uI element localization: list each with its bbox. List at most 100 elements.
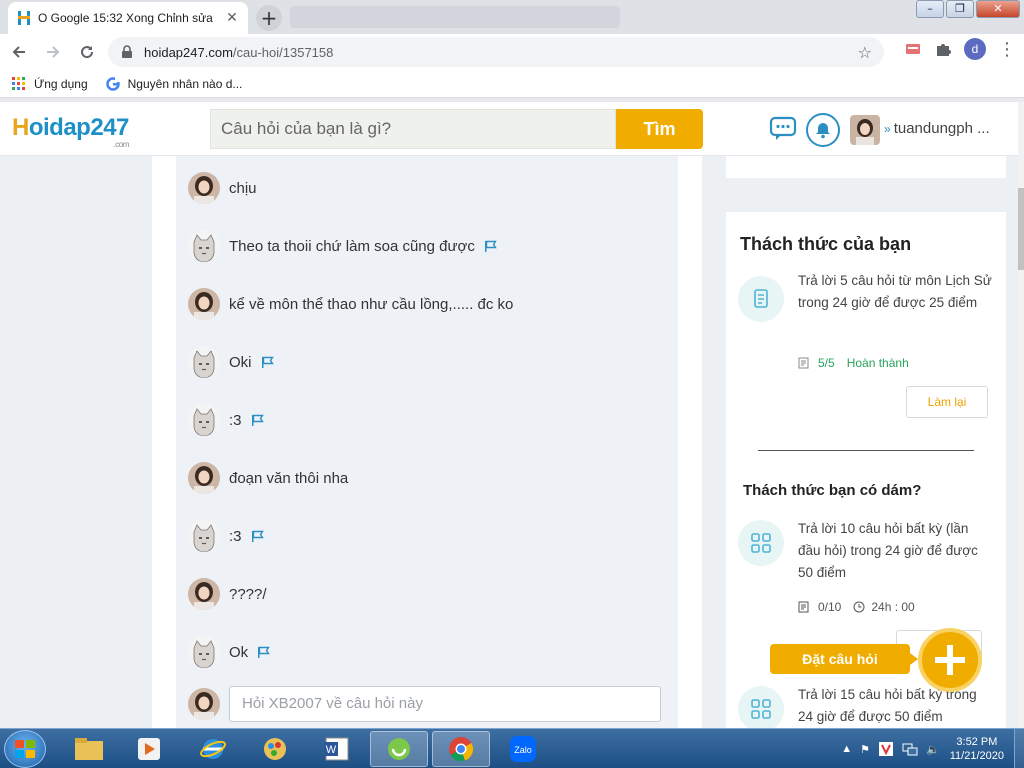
tab-strip: O Google 15:32 Xong Chỉnh sửa ✕ + – ❐ ✕	[0, 0, 1024, 34]
challenge3-text: Trả lời 15 câu hỏi bất kỳ trong 24 giờ đ…	[798, 687, 977, 724]
bookmark-apps[interactable]: Ứng dụng	[12, 76, 88, 91]
scrollbar-thumb[interactable]	[1018, 188, 1024, 270]
challenge2-time: 24h : 00	[871, 600, 915, 614]
ask-question-label[interactable]: Đặt câu hỏi	[770, 644, 918, 674]
svg-text:W: W	[326, 744, 337, 756]
bookmark-star-icon[interactable]: ☆	[858, 43, 872, 62]
antivirus-icon[interactable]	[878, 741, 894, 757]
commenter-avatar[interactable]	[188, 520, 220, 552]
grid-icon	[738, 686, 784, 728]
reply-input[interactable]: Hỏi XB2007 về câu hỏi này	[229, 686, 661, 722]
minimize-icon[interactable]: –	[916, 0, 944, 18]
bookmarks-bar: Ứng dụng Nguyên nhân nào d...	[0, 70, 1024, 98]
forward-icon[interactable]	[38, 37, 68, 67]
background-tabs[interactable]	[290, 6, 620, 28]
window-close-icon[interactable]: ✕	[976, 0, 1020, 18]
zalo-label: Zalo	[514, 745, 532, 755]
report-flag-icon[interactable]	[251, 530, 264, 543]
challenge2-text: Trả lời 10 câu hỏi bất kỳ (lần đầu hỏi) …	[798, 521, 978, 580]
challenge2-progress: 0/10	[818, 600, 842, 614]
windows-taskbar: W Zalo ▲ ⚑ 🔈 3:52 PM 11/21/2020	[0, 728, 1024, 768]
tray-expand-icon[interactable]: ▲	[841, 743, 852, 755]
chrome-icon[interactable]	[432, 731, 490, 767]
progress-doc-icon	[798, 601, 809, 613]
ask-question-button[interactable]	[918, 628, 982, 692]
retry-button[interactable]: Làm lại	[906, 386, 988, 418]
chat-icon[interactable]	[769, 116, 797, 142]
zalo-icon[interactable]: Zalo	[494, 731, 552, 767]
paint-icon[interactable]	[246, 731, 304, 767]
comment: :3	[188, 404, 264, 436]
username-label: tuandungph ...	[893, 120, 990, 137]
tab-close-icon[interactable]: ✕	[224, 10, 240, 26]
commenter-avatar[interactable]	[188, 578, 220, 610]
username-menu[interactable]: » tuandungph ...	[884, 120, 990, 137]
commenter-avatar[interactable]	[188, 172, 220, 204]
report-flag-icon[interactable]	[261, 356, 274, 369]
report-flag-icon[interactable]	[251, 414, 264, 427]
word-icon[interactable]: W	[308, 731, 366, 767]
clock[interactable]: 3:52 PM 11/21/2020	[950, 735, 1004, 763]
site-logo[interactable]: Hoidap247 .com	[12, 114, 129, 149]
bookmark-google[interactable]: Nguyên nhân nào d...	[105, 76, 243, 91]
clock-time: 3:52 PM	[956, 736, 998, 748]
profile-avatar[interactable]: d	[964, 38, 986, 60]
restore-icon[interactable]: ❐	[946, 0, 974, 18]
commenter-avatar[interactable]	[188, 230, 220, 262]
network-icon[interactable]	[902, 741, 918, 757]
commenter-avatar[interactable]	[188, 346, 220, 378]
logo-h: H	[12, 114, 29, 141]
action-center-flag-icon[interactable]: ⚑	[860, 743, 870, 756]
browser-tab[interactable]: O Google 15:32 Xong Chỉnh sửa ✕	[8, 2, 248, 34]
my-avatar	[188, 688, 220, 720]
file-explorer-icon[interactable]	[60, 731, 118, 767]
notification-bell-icon[interactable]	[806, 113, 840, 147]
challenge-title: Thách thức của bạn	[740, 234, 912, 254]
challenge2-meta: 0/10 24h : 00	[798, 600, 915, 614]
back-icon[interactable]	[4, 37, 34, 67]
system-tray: ▲ ⚑ 🔈 3:52 PM 11/21/2020	[837, 729, 1024, 768]
window-controls: – ❐ ✕	[914, 0, 1020, 18]
divider	[758, 450, 974, 451]
commenter-avatar[interactable]	[188, 404, 220, 436]
report-flag-icon[interactable]	[484, 240, 497, 253]
start-button[interactable]	[4, 730, 46, 768]
logo-sub: .com	[113, 140, 130, 149]
media-player-icon[interactable]	[120, 731, 178, 767]
comment-text: chịu	[229, 179, 257, 197]
internet-explorer-icon[interactable]	[184, 731, 242, 767]
puzzle-icon[interactable]	[934, 40, 952, 58]
comment: Ok	[188, 636, 270, 668]
new-tab-button[interactable]: +	[256, 5, 282, 31]
search-input[interactable]: Câu hỏi của bạn là gì?	[210, 109, 616, 149]
green-app-icon[interactable]	[370, 731, 428, 767]
lock-icon	[122, 45, 132, 58]
reload-icon[interactable]	[72, 37, 102, 67]
comment: Theo ta thoii chứ làm soa cũng được	[188, 230, 497, 262]
commenter-avatar[interactable]	[188, 636, 220, 668]
comments-panel: chịu Theo ta thoii chứ làm soa cũng được…	[176, 156, 678, 728]
page-content: chịu Theo ta thoii chứ làm soa cũng được…	[0, 156, 1018, 728]
comment-text: :3	[229, 411, 242, 429]
comment-text: đoạn văn thôi nha	[229, 469, 349, 487]
show-desktop-button[interactable]	[1014, 729, 1024, 768]
user-avatar[interactable]	[850, 115, 880, 145]
extension-icon[interactable]	[904, 40, 922, 58]
volume-icon[interactable]: 🔈	[926, 743, 940, 756]
commenter-avatar[interactable]	[188, 288, 220, 320]
bookmark-google-label: Nguyên nhân nào d...	[127, 76, 243, 91]
comment-text: ????/	[229, 585, 267, 603]
url-domain: hoidap247.com	[144, 44, 233, 60]
question-column: chịu Theo ta thoii chứ làm soa cũng được…	[152, 156, 702, 728]
scroll-icon	[738, 276, 784, 322]
address-bar[interactable]: hoidap247.com/cau-hoi/1357158 ☆	[108, 37, 884, 67]
search-button[interactable]: Tìm	[616, 109, 703, 149]
menu-kebab-icon[interactable]: ⋮	[998, 39, 1016, 60]
tab-title: O Google 15:32 Xong Chỉnh sửa	[38, 11, 213, 25]
windows-logo-icon	[15, 740, 35, 758]
page-scrollbar[interactable]	[1018, 102, 1024, 728]
dare-title: Thách thức bạn có dám?	[743, 482, 922, 499]
challenge1-status: Hoàn thành	[846, 356, 909, 370]
commenter-avatar[interactable]	[188, 462, 220, 494]
report-flag-icon[interactable]	[257, 646, 270, 659]
